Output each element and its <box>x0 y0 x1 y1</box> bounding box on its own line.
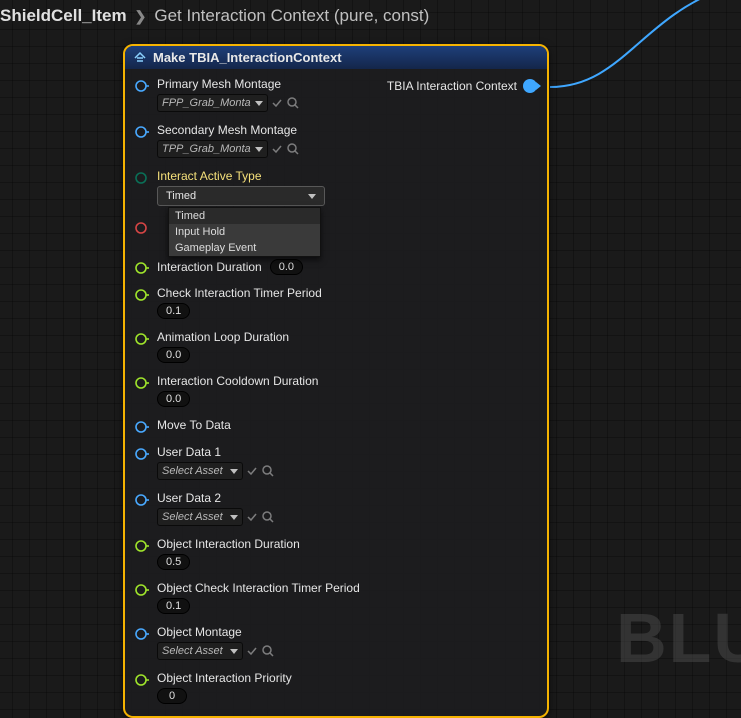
pin-obj-montage[interactable] <box>135 627 149 641</box>
pin-interaction-duration[interactable] <box>135 261 149 275</box>
use-selected-icon[interactable] <box>270 142 284 156</box>
asset-picker-secondary-mesh[interactable]: TPP_Grab_Monta <box>157 140 268 158</box>
pin-obj-priority[interactable] <box>135 673 149 687</box>
browse-to-icon[interactable] <box>261 510 275 524</box>
node-title: Make TBIA_InteractionContext <box>153 50 342 65</box>
label-anim-loop: Animation Loop Duration <box>157 330 289 344</box>
label-user-data-2: User Data 2 <box>157 491 275 505</box>
input-obj-duration[interactable]: 0.5 <box>157 554 190 570</box>
pin-obj-check[interactable] <box>135 583 149 597</box>
input-interaction-duration[interactable]: 0.0 <box>270 259 303 275</box>
pin-check-timer[interactable] <box>135 288 149 302</box>
input-anim-loop[interactable]: 0.0 <box>157 347 190 363</box>
node-body: TBIA Interaction Context Primary Mesh Mo… <box>125 69 547 716</box>
enum-option-gameplay-event[interactable]: Gameplay Event <box>169 240 320 256</box>
pin-interact-active-type[interactable] <box>135 171 149 185</box>
chevron-right-icon: ❯ <box>135 8 147 25</box>
use-selected-icon[interactable] <box>270 96 284 110</box>
browse-to-icon[interactable] <box>286 96 300 110</box>
label-secondary-mesh: Secondary Mesh Montage <box>157 123 300 137</box>
asset-picker-user-data-1[interactable]: Select Asset <box>157 462 243 480</box>
struct-icon <box>133 51 147 65</box>
breadcrumb: ShieldCell_Item ❯ Get Interaction Contex… <box>0 6 429 26</box>
use-selected-icon[interactable] <box>245 644 259 658</box>
pin-primary-mesh[interactable] <box>135 79 149 93</box>
output-pin-group: TBIA Interaction Context <box>387 79 537 93</box>
enum-option-input-hold[interactable]: Input Hold <box>169 224 320 240</box>
breadcrumb-function[interactable]: Get Interaction Context (pure, const) <box>154 6 429 26</box>
pin-move-to[interactable] <box>135 420 149 434</box>
input-obj-check[interactable]: 0.1 <box>157 598 190 614</box>
enum-popup: Timed Input Hold Gameplay Event <box>168 207 321 257</box>
pin-obj-duration[interactable] <box>135 539 149 553</box>
browse-to-icon[interactable] <box>261 644 275 658</box>
label-primary-mesh: Primary Mesh Montage <box>157 77 300 91</box>
asset-picker-primary-mesh[interactable]: FPP_Grab_Monta <box>157 94 268 112</box>
watermark: BLU <box>616 598 741 678</box>
pin-secondary-mesh[interactable] <box>135 125 149 139</box>
input-obj-priority[interactable]: 0 <box>157 688 187 704</box>
pin-anim-loop[interactable] <box>135 332 149 346</box>
pin-user-data-2[interactable] <box>135 493 149 507</box>
pin-cooldown[interactable] <box>135 376 149 390</box>
use-selected-icon[interactable] <box>245 464 259 478</box>
label-check-timer: Check Interaction Timer Period <box>157 286 322 300</box>
asset-picker-obj-montage[interactable]: Select Asset <box>157 642 243 660</box>
label-user-data-1: User Data 1 <box>157 445 275 459</box>
node-make-struct[interactable]: Make TBIA_InteractionContext TBIA Intera… <box>123 44 549 718</box>
breadcrumb-asset[interactable]: ShieldCell_Item <box>0 6 127 26</box>
use-selected-icon[interactable] <box>245 510 259 524</box>
label-move-to: Move To Data <box>157 418 231 432</box>
label-interact-active-type: Interact Active Type <box>157 169 325 183</box>
label-obj-check: Object Check Interaction Timer Period <box>157 581 360 595</box>
output-pin[interactable] <box>523 79 537 93</box>
browse-to-icon[interactable] <box>261 464 275 478</box>
pin-hidden[interactable] <box>135 221 149 235</box>
browse-to-icon[interactable] <box>286 142 300 156</box>
label-interaction-duration: Interaction Duration <box>157 260 262 274</box>
label-obj-priority: Object Interaction Priority <box>157 671 292 685</box>
asset-picker-user-data-2[interactable]: Select Asset <box>157 508 243 526</box>
output-pin-label: TBIA Interaction Context <box>387 79 517 93</box>
node-header[interactable]: Make TBIA_InteractionContext <box>125 46 547 69</box>
enum-option-timed[interactable]: Timed <box>169 208 320 224</box>
label-obj-montage: Object Montage <box>157 625 275 639</box>
label-obj-duration: Object Interaction Duration <box>157 537 300 551</box>
input-cooldown[interactable]: 0.0 <box>157 391 190 407</box>
label-cooldown: Interaction Cooldown Duration <box>157 374 318 388</box>
pin-user-data-1[interactable] <box>135 447 149 461</box>
input-check-timer[interactable]: 0.1 <box>157 303 190 319</box>
enum-select-interact-active-type[interactable]: Timed <box>157 186 325 206</box>
